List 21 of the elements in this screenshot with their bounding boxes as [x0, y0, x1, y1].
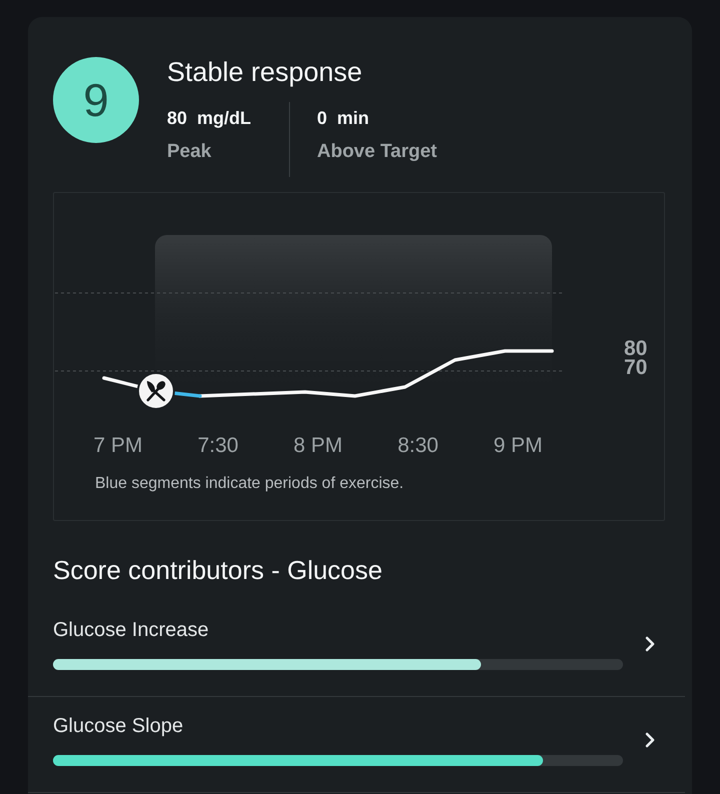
utensils-icon: [137, 372, 175, 410]
stat-value: 80 mg/dL: [167, 107, 252, 130]
axis-label: 7:30: [198, 433, 238, 459]
axis-label: 8:30: [398, 433, 438, 459]
axis-label: 7 PM: [93, 433, 142, 459]
response-title: Stable response: [167, 56, 364, 88]
chart-caption: Blue segments indicate periods of exercise.: [95, 474, 404, 494]
chevron-right-icon[interactable]: [645, 636, 655, 652]
score-indicator: 9: [53, 57, 139, 143]
axis-label: 8 PM: [293, 433, 342, 459]
axis-label: 70: [624, 358, 648, 377]
contributor-label: Glucose Slope: [53, 714, 184, 738]
section-title: Score contributors - Glucose: [53, 554, 384, 586]
chevron-right-icon[interactable]: [645, 732, 655, 748]
stat-label: Above Target: [317, 140, 438, 164]
axis-label: 9 PM: [493, 433, 542, 459]
stat-value: 0 min: [317, 107, 370, 130]
axis-label: 80: [624, 339, 648, 358]
stat-label: Peak: [167, 140, 212, 164]
exercise-segment: [173, 391, 202, 398]
contributor-label: Glucose Increase: [53, 618, 209, 642]
